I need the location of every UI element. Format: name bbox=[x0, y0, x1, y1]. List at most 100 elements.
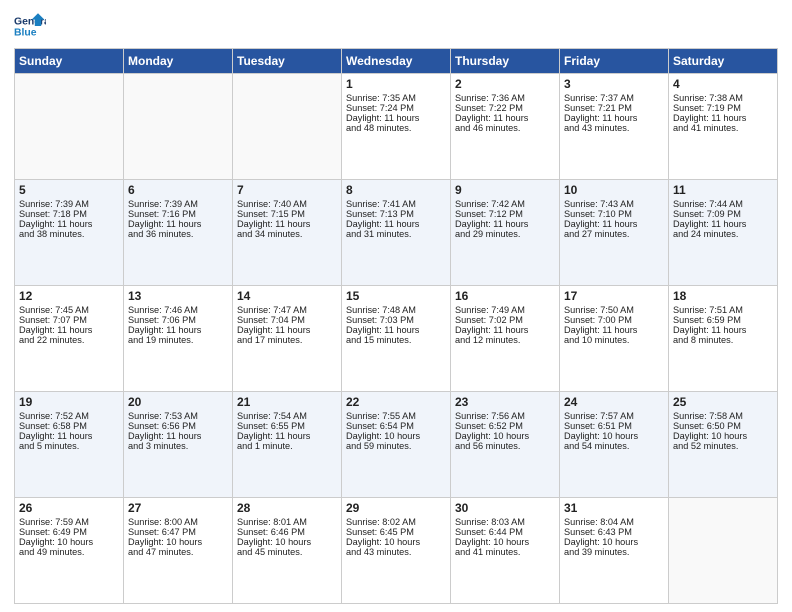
day-info: Sunset: 7:24 PM bbox=[346, 103, 446, 113]
day-number: 6 bbox=[128, 183, 228, 197]
day-info: and 27 minutes. bbox=[564, 229, 664, 239]
day-info: Daylight: 11 hours bbox=[237, 431, 337, 441]
day-info: Sunset: 6:52 PM bbox=[455, 421, 555, 431]
day-info: Sunset: 6:49 PM bbox=[19, 527, 119, 537]
calendar-cell: 12Sunrise: 7:45 AMSunset: 7:07 PMDayligh… bbox=[15, 286, 124, 392]
day-info: Sunset: 7:13 PM bbox=[346, 209, 446, 219]
day-info: Sunrise: 7:35 AM bbox=[346, 93, 446, 103]
day-info: and 41 minutes. bbox=[673, 123, 773, 133]
day-number: 29 bbox=[346, 501, 446, 515]
day-info: Sunset: 6:44 PM bbox=[455, 527, 555, 537]
day-info: and 29 minutes. bbox=[455, 229, 555, 239]
day-info: Sunrise: 7:52 AM bbox=[19, 411, 119, 421]
day-info: and 17 minutes. bbox=[237, 335, 337, 345]
day-number: 2 bbox=[455, 77, 555, 91]
day-number: 7 bbox=[237, 183, 337, 197]
day-info: Sunrise: 7:48 AM bbox=[346, 305, 446, 315]
calendar-cell: 15Sunrise: 7:48 AMSunset: 7:03 PMDayligh… bbox=[342, 286, 451, 392]
day-number: 9 bbox=[455, 183, 555, 197]
calendar-cell bbox=[15, 74, 124, 180]
calendar-cell: 10Sunrise: 7:43 AMSunset: 7:10 PMDayligh… bbox=[560, 180, 669, 286]
day-info: and 22 minutes. bbox=[19, 335, 119, 345]
day-info: and 34 minutes. bbox=[237, 229, 337, 239]
day-info: and 10 minutes. bbox=[564, 335, 664, 345]
day-number: 12 bbox=[19, 289, 119, 303]
day-info: Daylight: 11 hours bbox=[673, 325, 773, 335]
day-info: Daylight: 11 hours bbox=[564, 113, 664, 123]
day-info: Sunset: 7:02 PM bbox=[455, 315, 555, 325]
day-number: 27 bbox=[128, 501, 228, 515]
day-info: and 38 minutes. bbox=[19, 229, 119, 239]
day-info: Sunset: 7:12 PM bbox=[455, 209, 555, 219]
day-number: 15 bbox=[346, 289, 446, 303]
calendar-cell: 25Sunrise: 7:58 AMSunset: 6:50 PMDayligh… bbox=[669, 392, 778, 498]
day-info: Sunrise: 8:02 AM bbox=[346, 517, 446, 527]
calendar-cell: 6 Sunrise: 7:39 AMSunset: 7:16 PMDaylight… bbox=[124, 180, 233, 286]
day-info: Daylight: 11 hours bbox=[19, 431, 119, 441]
calendar-cell: 26Sunrise: 7:59 AMSunset: 6:49 PMDayligh… bbox=[15, 498, 124, 604]
calendar-header-row: SundayMondayTuesdayWednesdayThursdayFrid… bbox=[15, 49, 778, 74]
day-info: Sunrise: 7:38 AM bbox=[673, 93, 773, 103]
day-number: 21 bbox=[237, 395, 337, 409]
day-info: and 56 minutes. bbox=[455, 441, 555, 451]
day-info: and 41 minutes. bbox=[455, 547, 555, 557]
day-info: and 24 minutes. bbox=[673, 229, 773, 239]
day-info: and 3 minutes. bbox=[128, 441, 228, 451]
calendar-cell: 5Sunrise: 7:39 AMSunset: 7:18 PMDaylight… bbox=[15, 180, 124, 286]
day-number: 4 bbox=[673, 77, 773, 91]
day-info: Daylight: 11 hours bbox=[455, 113, 555, 123]
day-info: and 12 minutes. bbox=[455, 335, 555, 345]
day-info: and 52 minutes. bbox=[673, 441, 773, 451]
day-info: Sunset: 6:46 PM bbox=[237, 527, 337, 537]
day-info: Sunset: 7:21 PM bbox=[564, 103, 664, 113]
day-info: Sunset: 6:58 PM bbox=[19, 421, 119, 431]
calendar-cell: 30Sunrise: 8:03 AMSunset: 6:44 PMDayligh… bbox=[451, 498, 560, 604]
day-number: 19 bbox=[19, 395, 119, 409]
day-info: Sunrise: 7:41 AM bbox=[346, 199, 446, 209]
calendar-cell: 23Sunrise: 7:56 AMSunset: 6:52 PMDayligh… bbox=[451, 392, 560, 498]
day-info: and 47 minutes. bbox=[128, 547, 228, 557]
day-info: Daylight: 11 hours bbox=[455, 325, 555, 335]
header: General Blue bbox=[14, 10, 778, 42]
day-info: Sunrise: 7:39 AM bbox=[128, 199, 228, 209]
day-info: Sunrise: 7:55 AM bbox=[346, 411, 446, 421]
day-info: Daylight: 10 hours bbox=[237, 537, 337, 547]
calendar-cell: 20Sunrise: 7:53 AMSunset: 6:56 PMDayligh… bbox=[124, 392, 233, 498]
day-header-friday: Friday bbox=[560, 49, 669, 74]
day-number: 16 bbox=[455, 289, 555, 303]
calendar-cell: 1Sunrise: 7:35 AMSunset: 7:24 PMDaylight… bbox=[342, 74, 451, 180]
day-info: Daylight: 11 hours bbox=[673, 219, 773, 229]
day-info: and 8 minutes. bbox=[673, 335, 773, 345]
day-info: and 19 minutes. bbox=[128, 335, 228, 345]
day-info: Sunrise: 7:51 AM bbox=[673, 305, 773, 315]
day-number: 30 bbox=[455, 501, 555, 515]
day-info: Sunset: 7:16 PM bbox=[128, 209, 228, 219]
day-number: 20 bbox=[128, 395, 228, 409]
day-info: Sunrise: 7:44 AM bbox=[673, 199, 773, 209]
day-info: Sunset: 6:56 PM bbox=[128, 421, 228, 431]
day-number: 13 bbox=[128, 289, 228, 303]
day-info: Daylight: 11 hours bbox=[128, 219, 228, 229]
day-info: and 59 minutes. bbox=[346, 441, 446, 451]
calendar-table: SundayMondayTuesdayWednesdayThursdayFrid… bbox=[14, 48, 778, 604]
calendar-week-2: 5Sunrise: 7:39 AMSunset: 7:18 PMDaylight… bbox=[15, 180, 778, 286]
day-info: and 15 minutes. bbox=[346, 335, 446, 345]
day-info: and 45 minutes. bbox=[237, 547, 337, 557]
day-info: Daylight: 10 hours bbox=[128, 537, 228, 547]
day-info: Sunset: 7:09 PM bbox=[673, 209, 773, 219]
day-info: Sunset: 7:18 PM bbox=[19, 209, 119, 219]
day-info: Sunset: 6:59 PM bbox=[673, 315, 773, 325]
day-info: Sunrise: 7:53 AM bbox=[128, 411, 228, 421]
day-info: Daylight: 11 hours bbox=[564, 325, 664, 335]
day-number: 8 bbox=[346, 183, 446, 197]
day-number: 11 bbox=[673, 183, 773, 197]
day-info: Sunset: 6:54 PM bbox=[346, 421, 446, 431]
calendar-cell: 29Sunrise: 8:02 AMSunset: 6:45 PMDayligh… bbox=[342, 498, 451, 604]
day-info: Daylight: 11 hours bbox=[564, 219, 664, 229]
day-header-wednesday: Wednesday bbox=[342, 49, 451, 74]
day-info: Sunrise: 7:49 AM bbox=[455, 305, 555, 315]
day-info: Sunrise: 8:01 AM bbox=[237, 517, 337, 527]
day-info: Daylight: 11 hours bbox=[346, 219, 446, 229]
day-number: 22 bbox=[346, 395, 446, 409]
calendar-week-3: 12Sunrise: 7:45 AMSunset: 7:07 PMDayligh… bbox=[15, 286, 778, 392]
